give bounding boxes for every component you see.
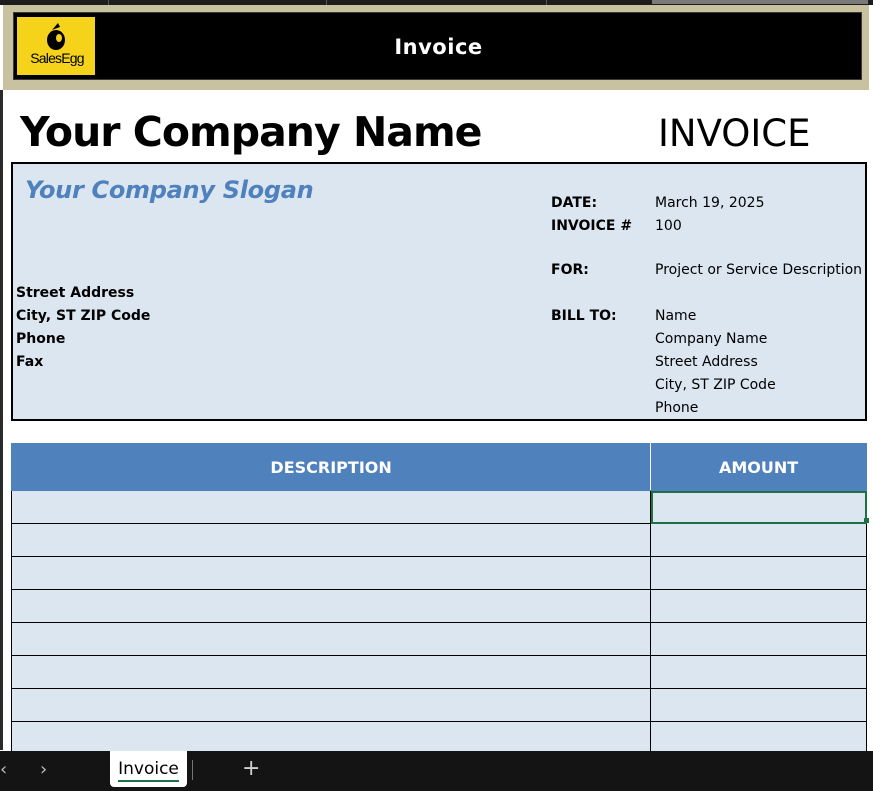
table-row [10,721,867,755]
table-row [10,523,867,557]
amount-cell[interactable] [650,556,867,590]
invoice-number-label: INVOICE # [551,218,633,234]
table-row [10,556,867,590]
amount-cell[interactable] [650,589,867,623]
table-row [10,622,867,656]
sheet-tab-invoice[interactable]: Invoice [110,751,187,787]
bill-to-company[interactable]: Company Name [655,331,767,347]
company-name[interactable]: Your Company Name [20,108,482,156]
date-value[interactable]: March 19, 2025 [655,195,764,211]
banner-frame: SalesEgg Invoice [3,5,869,90]
bill-to-phone[interactable]: Phone [655,400,698,416]
bill-to-name[interactable]: Name [655,308,696,324]
amount-header[interactable]: AMOUNT [650,443,867,491]
amount-cell[interactable] [650,490,867,524]
table-row [10,655,867,689]
amount-cell[interactable] [650,523,867,557]
description-cell[interactable] [10,721,652,755]
tab-divider [192,760,193,780]
next-sheet-icon[interactable]: › [40,759,47,780]
description-header[interactable]: DESCRIPTION [10,443,652,491]
bill-to-label: BILL TO: [551,308,617,324]
description-cell[interactable] [10,523,652,557]
sheet-tab-label: Invoice [118,759,179,782]
amount-cell[interactable] [650,721,867,755]
line-items-table: DESCRIPTION AMOUNT [10,443,867,755]
description-cell[interactable] [10,655,652,689]
company-phone[interactable]: Phone [16,331,65,347]
selected-column-indicator [652,0,868,4]
description-cell[interactable] [10,556,652,590]
add-sheet-icon[interactable]: + [242,756,260,781]
company-fax[interactable]: Fax [16,354,43,370]
row-gutter [0,90,3,750]
invoice-number-value[interactable]: 100 [655,218,682,234]
company-info-box: Your Company Slogan Street Address City,… [11,162,867,421]
amount-cell[interactable] [650,622,867,656]
table-row [10,490,867,524]
description-cell[interactable] [10,688,652,722]
sheet-tab-bar: ‹ › Invoice + [0,751,873,791]
description-cell[interactable] [10,622,652,656]
amount-cell[interactable] [650,688,867,722]
prev-sheet-icon[interactable]: ‹ [0,759,7,780]
for-value[interactable]: Project or Service Description [655,262,862,278]
banner: SalesEgg Invoice [13,12,862,80]
company-slogan[interactable]: Your Company Slogan [25,176,314,204]
table-row [10,589,867,623]
bill-to-city[interactable]: City, ST ZIP Code [655,377,776,393]
invoice-heading[interactable]: INVOICE [658,112,811,155]
company-street[interactable]: Street Address [16,285,134,301]
description-cell[interactable] [10,589,652,623]
table-row [10,688,867,722]
banner-title: Invoice [394,35,483,59]
company-city[interactable]: City, ST ZIP Code [16,308,150,324]
for-label: FOR: [551,262,589,278]
bill-to-street[interactable]: Street Address [655,354,758,370]
date-label: DATE: [551,195,598,211]
fill-handle[interactable] [864,518,869,523]
description-cell[interactable] [10,490,652,524]
amount-cell[interactable] [650,655,867,689]
